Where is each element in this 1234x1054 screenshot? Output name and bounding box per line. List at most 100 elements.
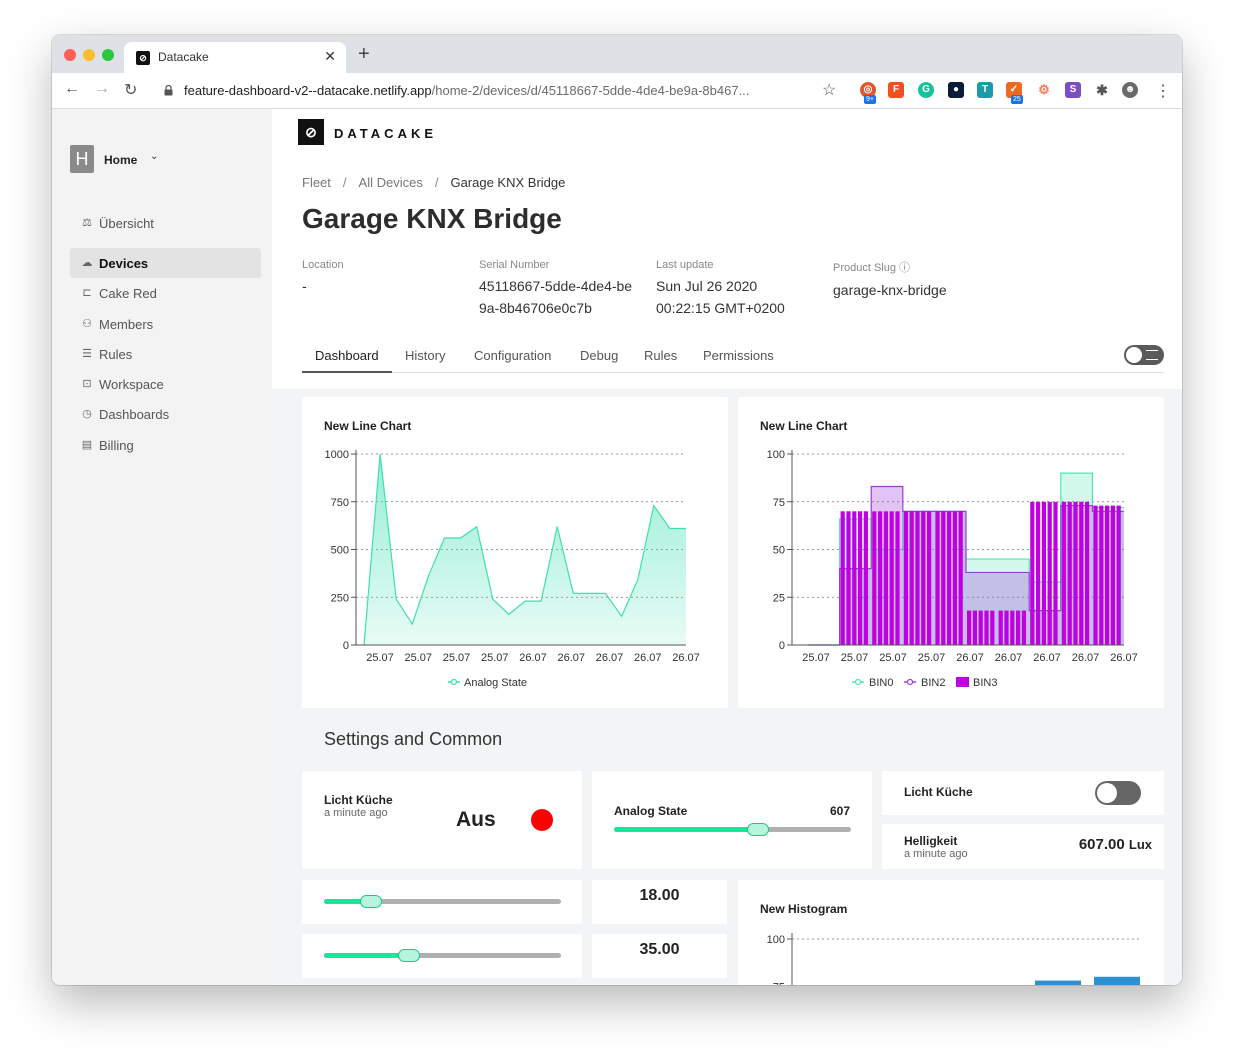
licht-status-card: Licht Küche a minute ago Aus (302, 771, 582, 869)
x-tick-label: 25.07 (802, 652, 830, 664)
x-tick-label: 26.07 (634, 652, 662, 664)
tab-dashboard[interactable]: Dashboard (315, 348, 379, 363)
widget-timestamp: a minute ago (324, 807, 388, 819)
datacake-favicon-icon: ⊘ (136, 51, 150, 65)
bin3-bar (1067, 501, 1072, 646)
analog-slider[interactable] (614, 823, 851, 836)
legend-label-bin0: BIN0 (869, 677, 893, 689)
analog-slider-card: Analog State 607 (592, 771, 872, 869)
bin3-bar (998, 610, 1003, 645)
slider-handle[interactable] (398, 949, 421, 962)
close-window-button[interactable] (64, 49, 76, 61)
extension-s-icon[interactable]: S (1065, 82, 1081, 98)
bookmark-star-icon[interactable]: ☆ (822, 80, 836, 100)
reload-icon[interactable]: ↻ (124, 80, 137, 100)
new-tab-icon[interactable]: + (358, 44, 370, 64)
forward-arrow-icon[interactable]: → (94, 80, 110, 98)
dashboard-edit-toggle[interactable] (1124, 345, 1164, 365)
y-tick-label: 75 (773, 497, 785, 509)
x-tick-label: 26.07 (995, 652, 1023, 664)
extension-figma-icon[interactable]: F (888, 82, 904, 98)
x-tick-label: 26.07 (956, 652, 984, 664)
licht-toggle-switch[interactable] (1095, 781, 1141, 805)
licht-toggle-card: Licht Küche (882, 771, 1164, 815)
slider-b[interactable] (324, 949, 561, 962)
sidebar-item-devices[interactable]: ☁ Devices (70, 248, 261, 278)
bin3-bar (1021, 610, 1026, 645)
profile-avatar[interactable]: ☻ (1122, 82, 1138, 98)
meta-label: Last update (656, 259, 714, 271)
tab-history[interactable]: History (405, 348, 445, 363)
sidebar-item-rules[interactable]: ☰ Rules (70, 339, 261, 369)
widget-title: Licht Küche (324, 793, 393, 807)
browser-tab[interactable]: ⊘ Datacake ✕ (124, 42, 346, 73)
bin3-bar (1110, 505, 1115, 645)
tab-rules[interactable]: Rules (644, 348, 677, 363)
y-tick-label: 250 (331, 592, 349, 604)
sidebar-item-workspace[interactable]: ⊡ Workspace (70, 369, 261, 399)
bin3-bar (909, 511, 914, 645)
meta-value: Sun Jul 26 2020 00:22:15 GMT+0200 (656, 278, 785, 316)
legend-label-analog-state: Analog State (464, 677, 527, 689)
slider-card-a (302, 880, 582, 924)
tab-permissions[interactable]: Permissions (703, 348, 774, 363)
close-tab-icon[interactable]: ✕ (324, 48, 336, 65)
sidebar-item-members[interactable]: ⚇ Members (70, 309, 261, 339)
breadcrumb-all-devices[interactable]: All Devices (359, 175, 423, 190)
sliders-icon (1146, 350, 1158, 360)
sidebar-item-uebersicht[interactable]: ⚖ Übersicht (70, 208, 261, 238)
url-path: /home-2/devices/d/45118667-5dde-4de4-be9… (431, 83, 750, 98)
tab-debug[interactable]: Debug (580, 348, 618, 363)
breadcrumb-fleet[interactable]: Fleet (302, 175, 331, 190)
back-arrow-icon[interactable]: ← (64, 80, 80, 98)
bin3-bar (895, 511, 900, 645)
x-tick-label: 26.07 (672, 652, 700, 664)
y-tick-label: 1000 (325, 449, 349, 461)
browser-menu-icon[interactable]: ⋮ (1155, 81, 1171, 101)
extension-t-icon[interactable]: T (977, 82, 993, 98)
slider-value: 607 (829, 804, 850, 818)
y-tick-label: 0 (779, 640, 785, 652)
x-tick-label: 26.07 (519, 652, 547, 664)
slider-handle[interactable] (360, 895, 383, 908)
legend-label-bin2: BIN2 (921, 677, 945, 689)
bin3-bar (889, 511, 894, 645)
slider-fill (614, 827, 758, 832)
datacake-logo-icon[interactable]: ⊘ (298, 119, 324, 145)
minimize-window-button[interactable] (83, 49, 95, 61)
workspace-name[interactable]: Home (104, 153, 137, 167)
lock-icon (164, 85, 173, 96)
extension-grammarly-icon[interactable]: G (918, 82, 934, 98)
x-tick-label: 25.07 (481, 652, 509, 664)
chevron-down-icon[interactable]: ⌄ (150, 151, 158, 162)
bin3-bar (1079, 501, 1084, 646)
bin3-bar (1061, 501, 1066, 646)
maximize-window-button[interactable] (102, 49, 114, 61)
bin3-bar (1093, 505, 1098, 645)
sidebar-item-billing[interactable]: ▤ Billing (70, 430, 261, 460)
extension-shield-icon[interactable]: ● (948, 82, 964, 98)
slider-handle[interactable] (746, 823, 769, 836)
licht-status-value: Aus (456, 808, 496, 831)
sidebar-item-dashboards[interactable]: ◷ Dashboards (70, 399, 261, 429)
bin3-bar (1105, 505, 1110, 645)
bin3-bar (947, 511, 952, 645)
users-icon: ⚇ (82, 318, 92, 330)
bins-line-chart: 100 75 50 25 0 25.07 25.07 25.07 25.07 26.07 26.07… (767, 449, 1138, 689)
workspace-avatar[interactable]: H (70, 145, 94, 173)
meta-value: garage-knx-bridge (833, 282, 947, 298)
url-host: feature-dashboard-v2--datacake.netlify.a… (184, 83, 432, 98)
extensions-puzzle-icon[interactable]: ✱ (1094, 82, 1110, 98)
breadcrumb: Fleet / All Devices / Garage KNX Bridge (302, 175, 565, 190)
sidebar-item-cake-red[interactable]: ⊏ Cake Red (70, 278, 261, 308)
widget-title: Helligkeit (904, 834, 958, 848)
tab-configuration[interactable]: Configuration (474, 348, 551, 363)
y-tick-label: 500 (331, 545, 349, 557)
address-bar[interactable]: feature-dashboard-v2--datacake.netlify.a… (184, 83, 749, 98)
bin3-bar (1041, 501, 1046, 646)
sidebar-item-label: Workspace (99, 377, 164, 392)
bin3-bar (852, 511, 857, 645)
extension-badge-1: 9+ (864, 95, 876, 104)
extension-hubspot-icon[interactable]: ⚙ (1036, 82, 1052, 98)
slider-a[interactable] (324, 895, 561, 908)
